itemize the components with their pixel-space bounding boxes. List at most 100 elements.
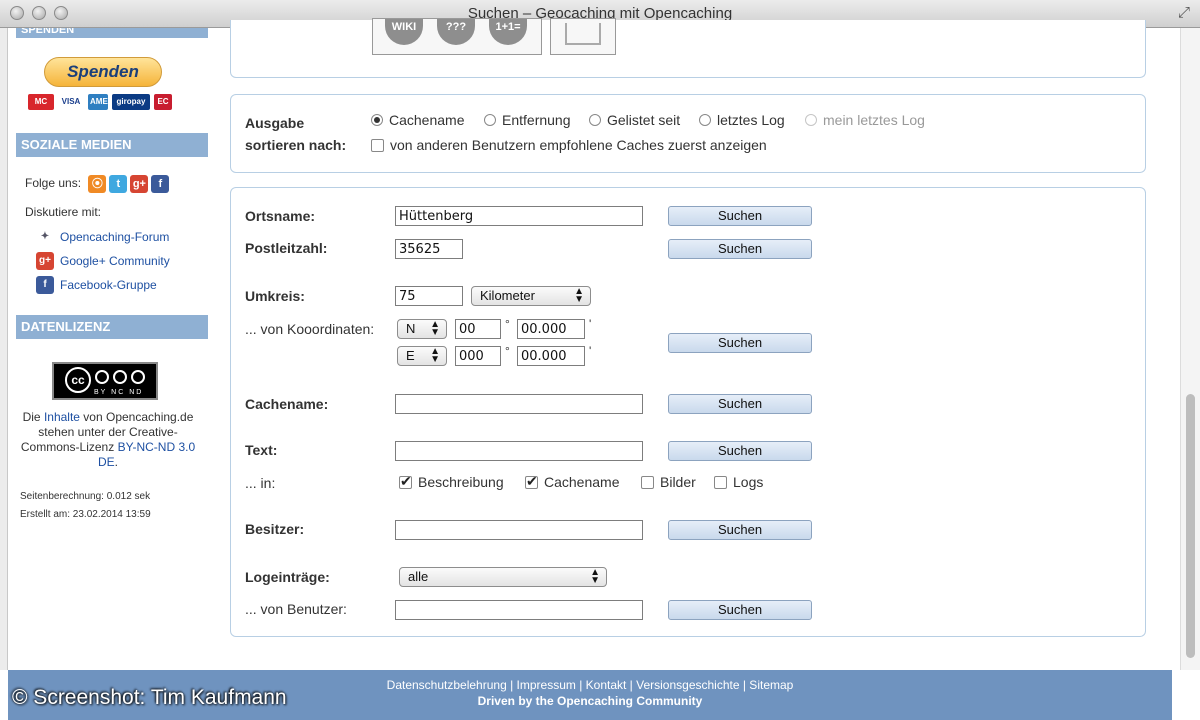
sort-option-letztes-log[interactable]: letztes Log [699,112,785,128]
sort-option-mein-letztes-log: mein letztes Log [805,112,925,128]
license-text: Die Inhalte von Opencaching.de stehen un… [20,410,196,469]
sort-option-cachename[interactable]: Cachename [371,112,465,128]
text-search-button[interactable]: Suchen [668,441,812,461]
besitzer-search-button[interactable]: Suchen [668,520,812,540]
map-thumb-icon[interactable] [550,18,616,55]
sort-option-gelistet[interactable]: Gelistet seit [589,112,680,128]
fullscreen-icon[interactable]: ⤢ [1178,4,1190,21]
cc-icon: cc [65,367,91,393]
in-option-logs[interactable]: Logs [714,474,763,490]
map-frame-icon [565,23,601,45]
screenshot-watermark: © Screenshot: Tim Kaufmann [12,686,287,709]
spenden-header: SPENDEN [16,28,208,38]
ortsname-input[interactable]: Hüttenberg [395,206,643,226]
logs-checkbox[interactable] [714,476,727,489]
beschreibung-checkbox[interactable] [399,473,412,490]
math-icon[interactable]: 1+1= [489,19,527,45]
giropay-icon: giropay [112,94,150,110]
sort-panel: Ausgabe sortieren nach: Cachename Entfer… [230,94,1146,173]
facebook-icon: f [36,276,54,294]
sort-option-entfernung[interactable]: Entfernung [484,112,571,128]
follow-label: Folge uns: ⦿ t g+ f [25,175,172,193]
lon-min-symbol: ' [589,344,592,358]
amex-icon: AMEX [88,94,113,110]
unit-select[interactable]: Kilometer ▲ ▼ [471,286,591,306]
ortsname-search-button[interactable]: Suchen [668,206,812,226]
plz-label: Postleitzahl: [245,240,328,256]
content-link[interactable]: Inhalte [44,410,80,424]
search-form-panel: Ortsname: Hüttenberg Suchen Postleitzahl… [230,187,1146,637]
social-media-header: SOZIALE MEDIEN [16,133,208,157]
vertical-scrollbar[interactable] [1180,28,1200,670]
twitter-icon[interactable]: t [109,175,128,193]
payment-methods: MC VISA AMEX giropay EC [28,94,172,110]
cachename-search-button[interactable]: Suchen [668,394,812,414]
stepper-arrows-icon: ▲ ▼ [430,346,440,365]
link-google-plus-community[interactable]: g+ Google+ Community [36,252,170,270]
discuss-label: Diskutiere mit: [25,205,102,219]
donate-button[interactable]: Spenden [44,57,162,87]
in-option-cachename[interactable]: Cachename [525,473,620,490]
in-option-beschreibung[interactable]: Beschreibung [399,473,504,490]
radio-entfernung[interactable] [484,114,496,126]
lat-deg-input[interactable]: 00 [455,319,501,339]
cachename-input[interactable] [395,394,643,414]
umkreis-label: Umkreis: [245,288,305,304]
google-plus-icon[interactable]: g+ [130,175,149,193]
page-calc-time: Seitenberechnung: 0.012 sek [20,491,151,502]
created-timestamp: Erstellt am: 23.02.2014 13:59 [20,509,151,520]
lon-dir-select[interactable]: E ▲ ▼ [397,346,447,366]
nc-icon [113,370,127,384]
logeintraege-label: Logeinträge: [245,569,330,585]
cachename-label: Cachename: [245,396,329,412]
rss-icon[interactable]: ⦿ [88,175,107,193]
help-icon[interactable]: ??? [437,19,475,45]
benutzer-search-button[interactable]: Suchen [668,600,812,620]
scrollbar-thumb[interactable] [1186,394,1195,658]
stepper-arrows-icon: ▲ ▼ [590,567,600,586]
search-type-panel: WIKI ??? 1+1= [230,18,1146,78]
window-frame [0,28,8,670]
recommend-option[interactable]: von anderen Benutzern empfohlene Caches … [371,137,767,153]
cachename-checkbox[interactable] [525,473,538,490]
sort-label-line1: Ausgabe [245,115,305,131]
text-input[interactable] [395,441,643,461]
radio-letztes-log[interactable] [699,114,711,126]
link-facebook-group[interactable]: f Facebook-Gruppe [36,276,157,294]
recommend-checkbox[interactable] [371,139,384,152]
besitzer-label: Besitzer: [245,521,305,537]
radio-gelistet[interactable] [589,114,601,126]
ortsname-label: Ortsname: [245,208,316,224]
search-type-icons: WIKI ??? 1+1= [372,18,542,55]
link-opencaching-forum[interactable]: ✦ Opencaching-Forum [36,228,169,246]
lat-min-symbol: ' [589,317,592,331]
besitzer-input[interactable] [395,520,643,540]
logeintraege-select[interactable]: alle ▲ ▼ [399,567,607,587]
lat-deg-symbol: ° [505,317,510,331]
in-option-bilder[interactable]: Bilder [641,474,696,490]
benutzer-label: ... von Benutzer: [245,601,347,617]
wiki-icon[interactable]: WIKI [385,19,423,45]
bilder-checkbox[interactable] [641,476,654,489]
text-label: Text: [245,442,278,458]
coords-search-button[interactable]: Suchen [668,333,812,353]
google-plus-icon: g+ [36,252,54,270]
lon-deg-input[interactable]: 000 [455,346,501,366]
lat-min-input[interactable]: 00.000 [517,319,585,339]
lon-deg-symbol: ° [505,344,510,358]
facebook-icon[interactable]: f [151,175,170,193]
plz-input[interactable]: 35625 [395,239,463,259]
stepper-arrows-icon: ▲ ▼ [430,319,440,338]
plz-search-button[interactable]: Suchen [668,239,812,259]
in-label: ... in: [245,475,276,491]
by-icon [95,370,109,384]
license-header: DATENLIZENZ [16,315,208,339]
lat-dir-select[interactable]: N ▲ ▼ [397,319,447,339]
lon-min-input[interactable]: 00.000 [517,346,585,366]
creative-commons-badge[interactable]: cc BY NC ND [52,362,158,400]
umkreis-input[interactable]: 75 [395,286,463,306]
benutzer-input[interactable] [395,600,643,620]
sidebar: SPENDEN Spenden MC VISA AMEX giropay EC … [8,28,220,670]
visa-icon: VISA [58,94,84,110]
radio-cachename[interactable] [371,114,383,126]
